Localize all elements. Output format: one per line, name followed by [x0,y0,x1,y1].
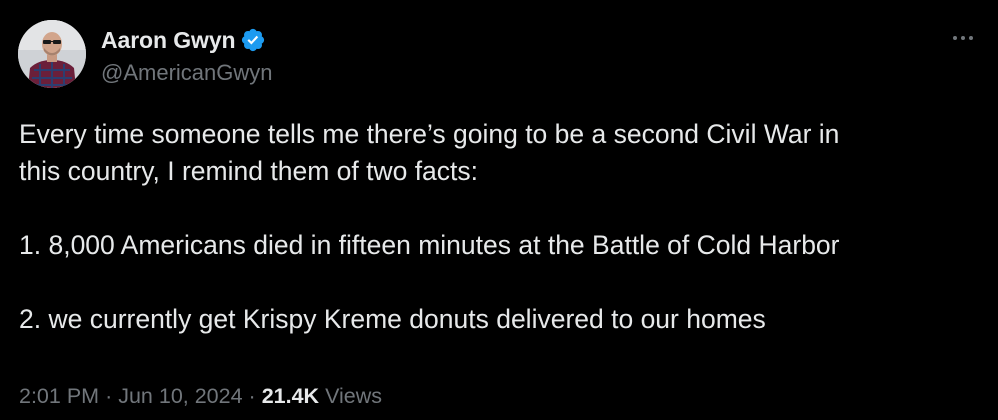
author-handle[interactable]: @AmericanGwyn [101,60,273,86]
tweet-text-line: 2. we currently get Krispy Kreme donuts … [19,304,766,334]
tweet-text: Every time someone tells me there’s goin… [19,116,979,338]
tweet-time[interactable]: 2:01 PM [19,384,99,408]
meta-separator: · [248,384,256,408]
author-display-name[interactable]: Aaron Gwyn [101,27,236,54]
views-count: 21.4K [261,384,320,408]
tweet-card: Aaron Gwyn @AmericanGwyn Every time some… [0,0,998,420]
more-options-icon[interactable] [946,28,980,48]
tweet-meta: 2:01 PM · Jun 10, 2024 · 21.4K Views [19,384,382,409]
avatar[interactable] [18,20,86,88]
tweet-text-line: this country, I remind them of two facts… [19,156,479,186]
views-label: Views [325,384,383,408]
tweet-text-line: Every time someone tells me there’s goin… [19,119,840,149]
tweet-date[interactable]: Jun 10, 2024 [118,384,242,408]
meta-separator: · [105,384,113,408]
tweet-text-line: 1. 8,000 Americans died in fifteen minut… [19,230,840,260]
verified-badge-icon [240,27,266,53]
author-name-row: Aaron Gwyn [101,25,266,55]
